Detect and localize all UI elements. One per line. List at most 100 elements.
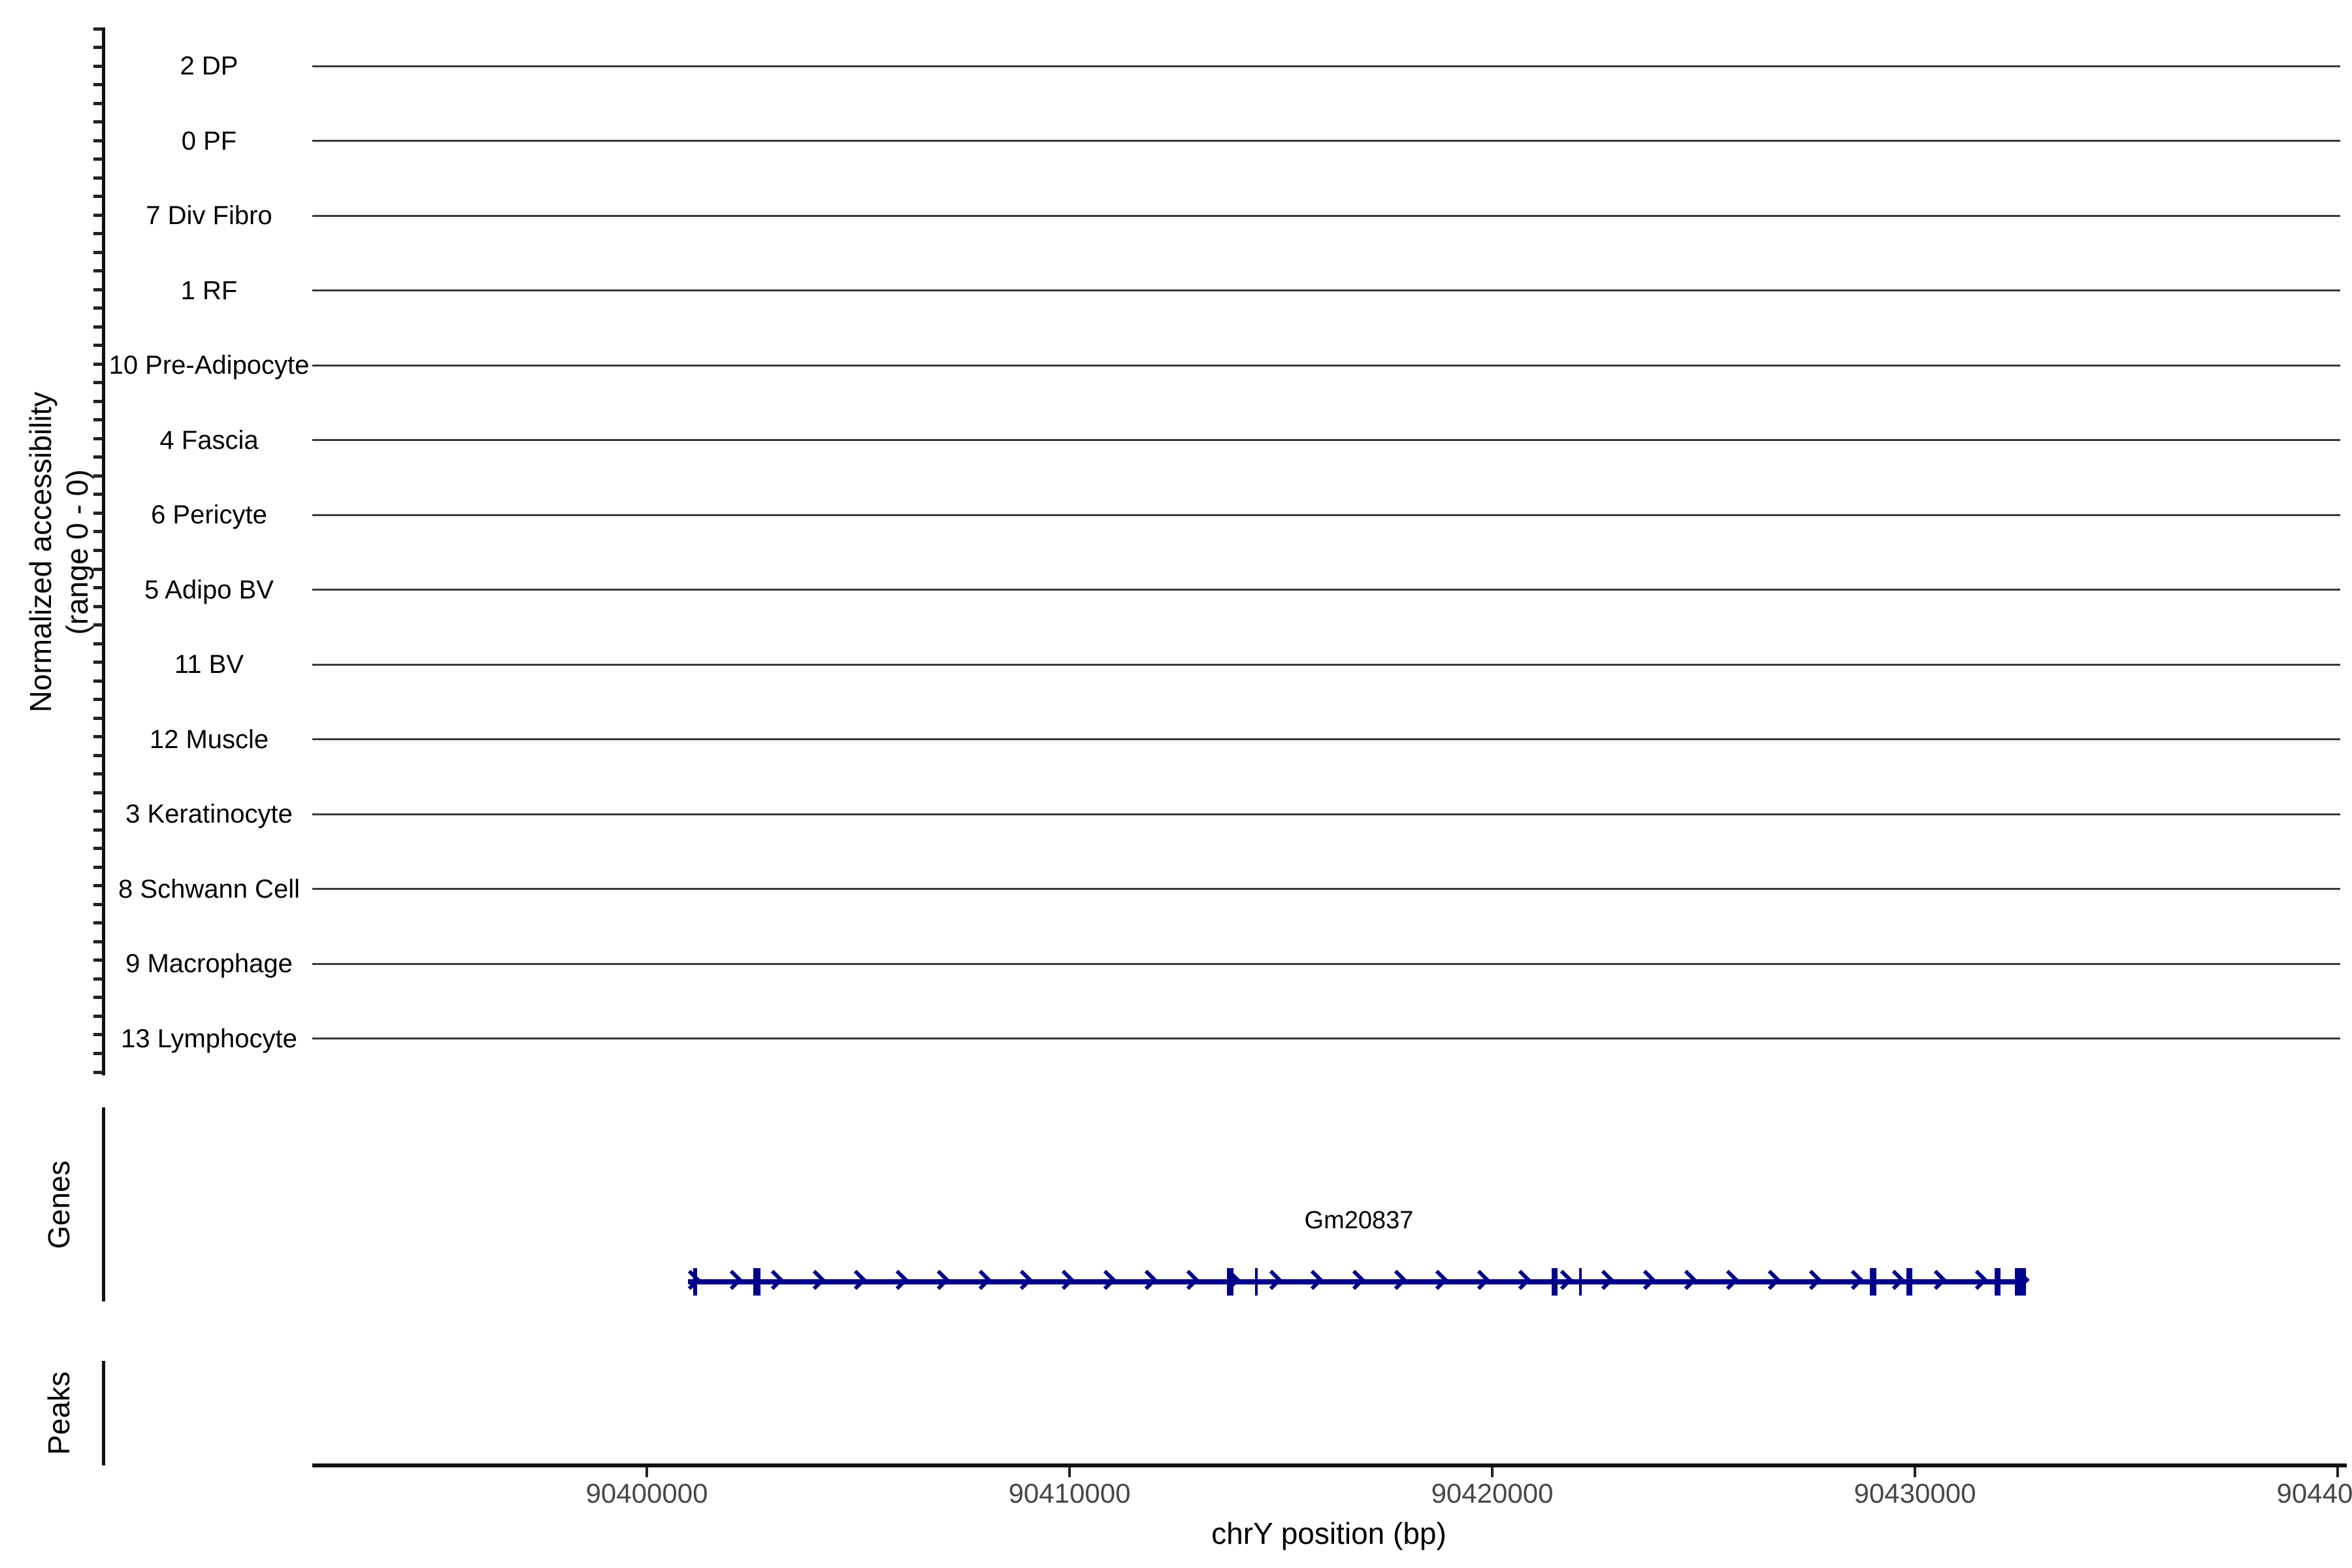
track-gridline <box>312 215 2340 217</box>
accessibility-axis-tick <box>93 269 103 272</box>
gene-direction-arrow-icon <box>764 1269 784 1290</box>
gene-direction-arrow-icon <box>1428 1269 1448 1290</box>
browser-track-figure: Normalized accessibility (range 0 - 0) 2… <box>0 0 2352 1568</box>
track-label: 9 Macrophage <box>65 947 353 981</box>
accessibility-axis-label: Normalized accessibility (range 0 - 0) <box>22 258 95 846</box>
peaks-section-label: Peaks <box>39 1282 78 1544</box>
gene-direction-arrow-icon <box>1802 1269 1822 1290</box>
gene-direction-arrow-icon <box>805 1269 825 1290</box>
gene-direction-arrow-icon <box>1635 1269 1656 1290</box>
x-axis-tick-label: 90430000 <box>1823 1478 2006 1509</box>
accessibility-axis-tick <box>93 568 103 571</box>
gene-direction-arrow-icon <box>1179 1269 1199 1290</box>
gene-direction-arrow-icon <box>930 1269 950 1290</box>
track-label: 3 Keratinocyte <box>65 797 353 831</box>
gene-direction-arrow-icon <box>1718 1269 1739 1290</box>
gene-exon <box>1579 1268 1582 1296</box>
accessibility-axis-tick <box>93 418 103 421</box>
track-gridline <box>312 65 2340 67</box>
gene-direction-arrow-icon <box>1137 1269 1158 1290</box>
track-gridline <box>312 439 2340 441</box>
track-label: 13 Lymphocyte <box>65 1022 353 1056</box>
accessibility-axis-tick <box>93 344 103 347</box>
gene-direction-arrow-icon <box>1760 1269 1780 1290</box>
accessibility-axis-tick <box>93 698 103 701</box>
accessibility-axis-tick <box>93 157 103 161</box>
gene-direction-arrow-icon <box>1386 1269 1407 1290</box>
gene-exon <box>1227 1268 1233 1296</box>
gene-direction-arrow-icon <box>847 1269 867 1290</box>
gene-direction-arrow-icon <box>680 1269 700 1290</box>
accessibility-axis-tick <box>93 195 103 198</box>
x-axis-tick-label: 90440000 <box>2246 1478 2352 1509</box>
gene-direction-arrow-icon <box>888 1269 908 1290</box>
x-axis-tick <box>1914 1467 1916 1477</box>
gene-direction-arrow-icon <box>1345 1269 1365 1290</box>
gene-exon <box>2015 1268 2026 1296</box>
gene-direction-arrow-icon <box>1013 1269 1033 1290</box>
accessibility-axis-tick <box>93 717 103 720</box>
accessibility-axis-tick <box>93 623 103 627</box>
x-axis-line <box>312 1463 2347 1467</box>
gene-exon <box>1906 1268 1912 1296</box>
track-gridline <box>312 289 2340 291</box>
x-axis-tick <box>645 1467 648 1477</box>
track-gridline <box>312 664 2340 666</box>
gene-direction-arrow-icon <box>1303 1269 1324 1290</box>
track-label: 7 Div Fibro <box>65 199 353 233</box>
accessibility-axis-tick <box>93 493 103 496</box>
gene-exon <box>1552 1268 1558 1296</box>
track-gridline <box>312 140 2340 142</box>
track-gridline <box>312 813 2340 815</box>
gene-direction-arrow-icon <box>971 1269 991 1290</box>
accessibility-axis-tick <box>93 772 103 776</box>
gene-direction-arrow-icon <box>1926 1269 1946 1290</box>
track-gridline <box>312 589 2340 591</box>
accessibility-axis-tick <box>93 642 103 645</box>
accessibility-axis-tick <box>93 1071 103 1074</box>
accessibility-axis-tick <box>93 847 103 850</box>
track-gridline <box>312 365 2340 367</box>
gene-direction-arrow-icon <box>1096 1269 1116 1290</box>
track-label: 10 Pre-Adipocyte <box>65 348 353 382</box>
track-label: 5 Adipo BV <box>65 573 353 607</box>
accessibility-axis-tick <box>93 120 103 123</box>
gene-direction-arrow-icon <box>1054 1269 1074 1290</box>
track-label: 12 Muscle <box>65 723 353 757</box>
gene-direction-arrow-icon <box>1885 1269 1905 1290</box>
accessibility-axis-label-line2: (range 0 - 0) <box>59 258 95 846</box>
track-gridline <box>312 514 2340 516</box>
gene-direction-arrow-icon <box>1968 1269 1988 1290</box>
track-gridline <box>312 888 2340 890</box>
x-axis-tick <box>2336 1467 2339 1477</box>
gene-direction-arrow-icon <box>1469 1269 1490 1290</box>
gene-exon <box>1255 1268 1258 1296</box>
accessibility-axis-tick <box>93 549 103 552</box>
accessibility-axis-label-line1: Normalized accessibility <box>22 258 59 846</box>
gene-exon <box>1870 1268 1876 1296</box>
track-label: 0 PF <box>65 124 353 158</box>
gene-exon <box>1995 1268 2001 1296</box>
accessibility-axis-tick <box>93 921 103 924</box>
x-axis-tick-label: 90410000 <box>978 1478 1161 1509</box>
track-gridline <box>312 1037 2340 1039</box>
gene-exon <box>693 1268 697 1296</box>
gene-name-label: Gm20837 <box>1196 1206 1522 1235</box>
gene-exon <box>753 1268 760 1296</box>
gene-direction-arrow-icon <box>1677 1269 1697 1290</box>
x-axis-tick <box>1068 1467 1071 1477</box>
track-label: 6 Pericyte <box>65 498 353 532</box>
accessibility-axis-tick <box>93 866 103 869</box>
genes-bracket <box>102 1107 105 1301</box>
accessibility-axis-tick <box>93 325 103 329</box>
accessibility-axis-tick <box>93 27 103 31</box>
gene-direction-arrow-icon <box>722 1269 742 1290</box>
accessibility-axis-tick <box>93 940 103 943</box>
accessibility-axis-tick <box>93 791 103 794</box>
accessibility-axis-tick <box>93 83 103 86</box>
x-axis-tick-label: 90420000 <box>1401 1478 1584 1509</box>
accessibility-axis-tick <box>93 1015 103 1018</box>
x-axis-tick-label: 90400000 <box>555 1478 738 1509</box>
accessibility-axis-tick <box>93 400 103 403</box>
gene-direction-arrow-icon <box>1594 1269 1614 1290</box>
